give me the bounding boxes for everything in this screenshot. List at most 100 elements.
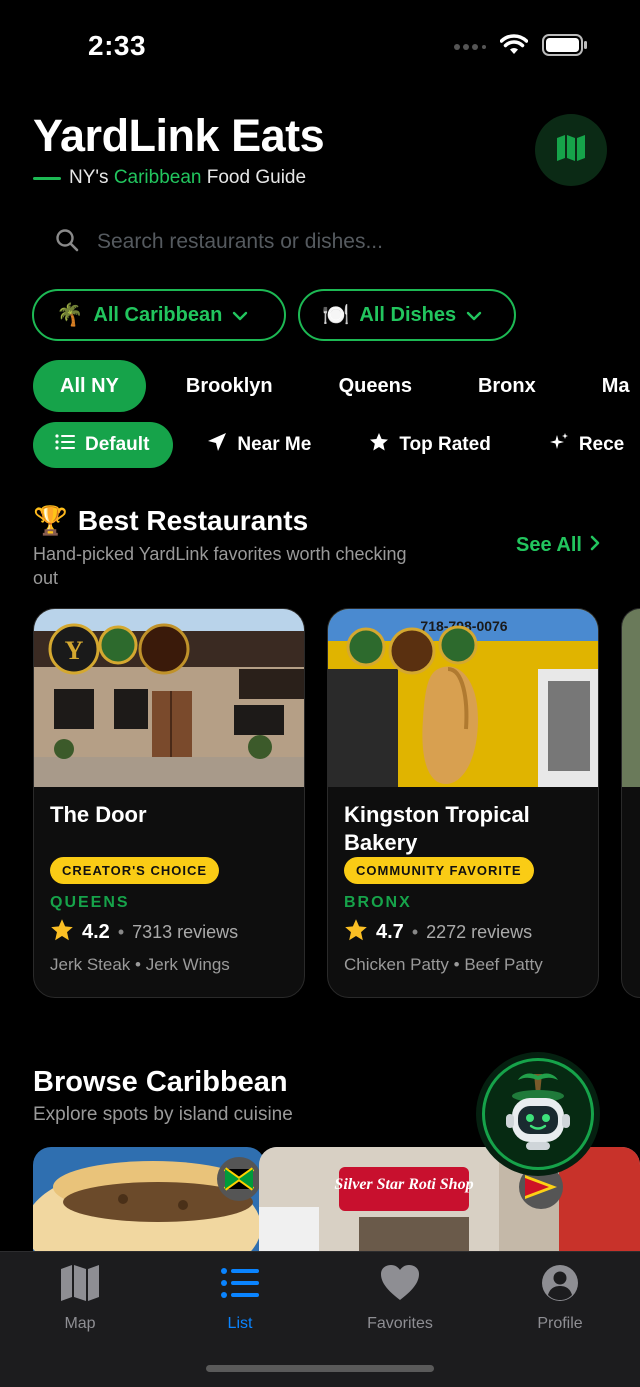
subtitle-post: Food Guide [201,167,307,188]
plate-icon: 🍽️ [322,302,350,327]
dish-tag: Jerk Steak [50,955,131,974]
tab-list-label: List [227,1315,253,1332]
separator-dot: • [411,922,419,942]
see-all-button[interactable]: See All [516,534,600,557]
cuisine-card-guyanese[interactable]: Silver Star Roti Shop [259,1147,640,1257]
sort-default[interactable]: Default [33,422,174,468]
tab-queens[interactable]: Queens [312,360,439,412]
tab-manhattan[interactable]: Ma [575,360,640,412]
chevron-down-icon [466,304,482,327]
chevron-down-icon [232,304,248,327]
restaurant-borough: QUEENS [50,894,130,911]
trophy-icon: 🏆 [33,505,68,536]
map-view-button[interactable] [535,114,607,186]
sort-options: Default Near Me Top Rated Rece [33,422,640,468]
see-all-label: See All [516,534,582,556]
tab-profile[interactable]: Profile [480,1264,640,1333]
restaurant-badge: COMMUNITY FAVORITE [344,857,534,884]
person-icon [540,1264,580,1307]
chevron-right-icon [590,534,600,557]
cuisine-filter-label: All Caribbean [93,303,223,326]
sort-default-label: Default [85,434,150,455]
star-icon [344,918,368,947]
search-bar[interactable] [33,216,607,268]
status-time: 2:33 [88,30,147,61]
sort-recent-label: Rece [578,434,625,455]
rating-row: 4.7 • 2272 reviews [344,918,582,947]
featured-dishes: Jerk Steak • Jerk Wings [50,955,288,975]
dish-tag: Chicken Patty [344,955,449,974]
assistant-chatbot-button[interactable] [482,1058,594,1170]
tab-bronx[interactable]: Bronx [451,360,563,412]
sort-top-rated-label: Top Rated [399,434,491,455]
restaurant-photo: Y [34,609,304,787]
map-icon [556,134,586,167]
restaurant-card[interactable]: Y The Door CREATOR'S CHOICE QUEENS 4.2 •… [33,608,305,998]
featured-dishes: Chicken Patty • Beef Patty [344,955,582,975]
list-icon [55,434,75,456]
restaurant-card-peek[interactable] [621,608,640,998]
list-icon [220,1264,260,1307]
storefront-sign: Silver Star Roti Shop [334,1176,473,1193]
rating-value: 4.7 [376,921,404,943]
restaurant-badge: CREATOR'S CHOICE [50,857,220,884]
rating-row: 4.2 • 7313 reviews [50,918,288,947]
separator-dot: • [117,922,125,942]
dish-tag: Jerk Wings [145,955,230,974]
review-count: 7313 reviews [132,922,239,942]
dish-tag: Beef Patty [464,955,543,974]
restaurant-borough: BRONX [344,894,412,911]
browse-caribbean-title: Browse Caribbean [33,1066,288,1098]
map-icon [60,1264,100,1307]
heart-icon [380,1264,420,1307]
separator-dot: • [453,955,465,974]
home-indicator[interactable] [206,1365,434,1372]
best-restaurants-heading: 🏆 Best Restaurants [33,504,308,537]
subtitle-dash [33,176,61,180]
star-icon [50,918,74,947]
location-arrow-icon [207,432,227,458]
search-input[interactable] [97,230,557,254]
restaurant-photo [622,609,640,787]
cuisine-card-jamaican[interactable] [33,1147,265,1257]
subtitle-pre: NY's [69,167,114,188]
sort-top-rated[interactable]: Top Rated [347,422,514,468]
restaurant-name: Kingston Tropical Bakery [344,802,530,855]
separator-dot: • [135,955,146,974]
dish-filter-dropdown[interactable]: 🍽️ All Dishes [298,289,516,341]
signal-icon [454,39,486,57]
sort-near-me[interactable]: Near Me [185,422,335,468]
palm-tree-icon: 🌴 [56,302,84,327]
battery-icon [542,34,588,61]
sparkle-icon [549,432,569,458]
rating-value: 4.2 [82,921,110,943]
review-count: 2272 reviews [426,922,533,942]
sort-recent[interactable]: Rece [527,422,640,468]
svg-text:Y: Y [65,636,84,665]
best-restaurants-title: Best Restaurants [77,504,309,536]
tab-profile-label: Profile [537,1315,583,1332]
cuisine-filter-dropdown[interactable]: 🌴 All Caribbean [32,289,286,341]
restaurant-name: The Door [50,802,147,827]
tab-list[interactable]: List [160,1264,320,1333]
star-icon [369,432,389,458]
dish-filter-label: All Dishes [359,303,457,326]
best-restaurants-subtitle: Hand-picked YardLink favorites worth che… [33,544,407,588]
tab-map-label: Map [64,1315,96,1332]
wifi-icon [499,34,529,61]
restaurant-photo: 718-798-0076 [328,609,598,787]
borough-tabs: All NY Brooklyn Queens Bronx Ma [33,360,640,412]
tab-favorites-label: Favorites [367,1315,433,1332]
tab-map[interactable]: Map [0,1264,160,1333]
restaurant-card[interactable]: 718-798-0076 Kingston Tropical Bakery CO… [327,608,599,998]
subtitle-highlight: Caribbean [113,167,202,188]
browse-caribbean-subtitle: Explore spots by island cuisine [33,1104,293,1125]
app-subtitle: NY's Caribbean Food Guide [33,167,306,189]
tab-favorites[interactable]: Favorites [320,1264,480,1333]
app-title: YardLink Eats [33,110,325,161]
tab-all-ny[interactable]: All NY [33,360,146,412]
robot-mascot-icon [498,1070,578,1159]
tab-brooklyn[interactable]: Brooklyn [159,360,300,412]
status-icons [454,34,588,61]
search-icon [55,228,79,257]
